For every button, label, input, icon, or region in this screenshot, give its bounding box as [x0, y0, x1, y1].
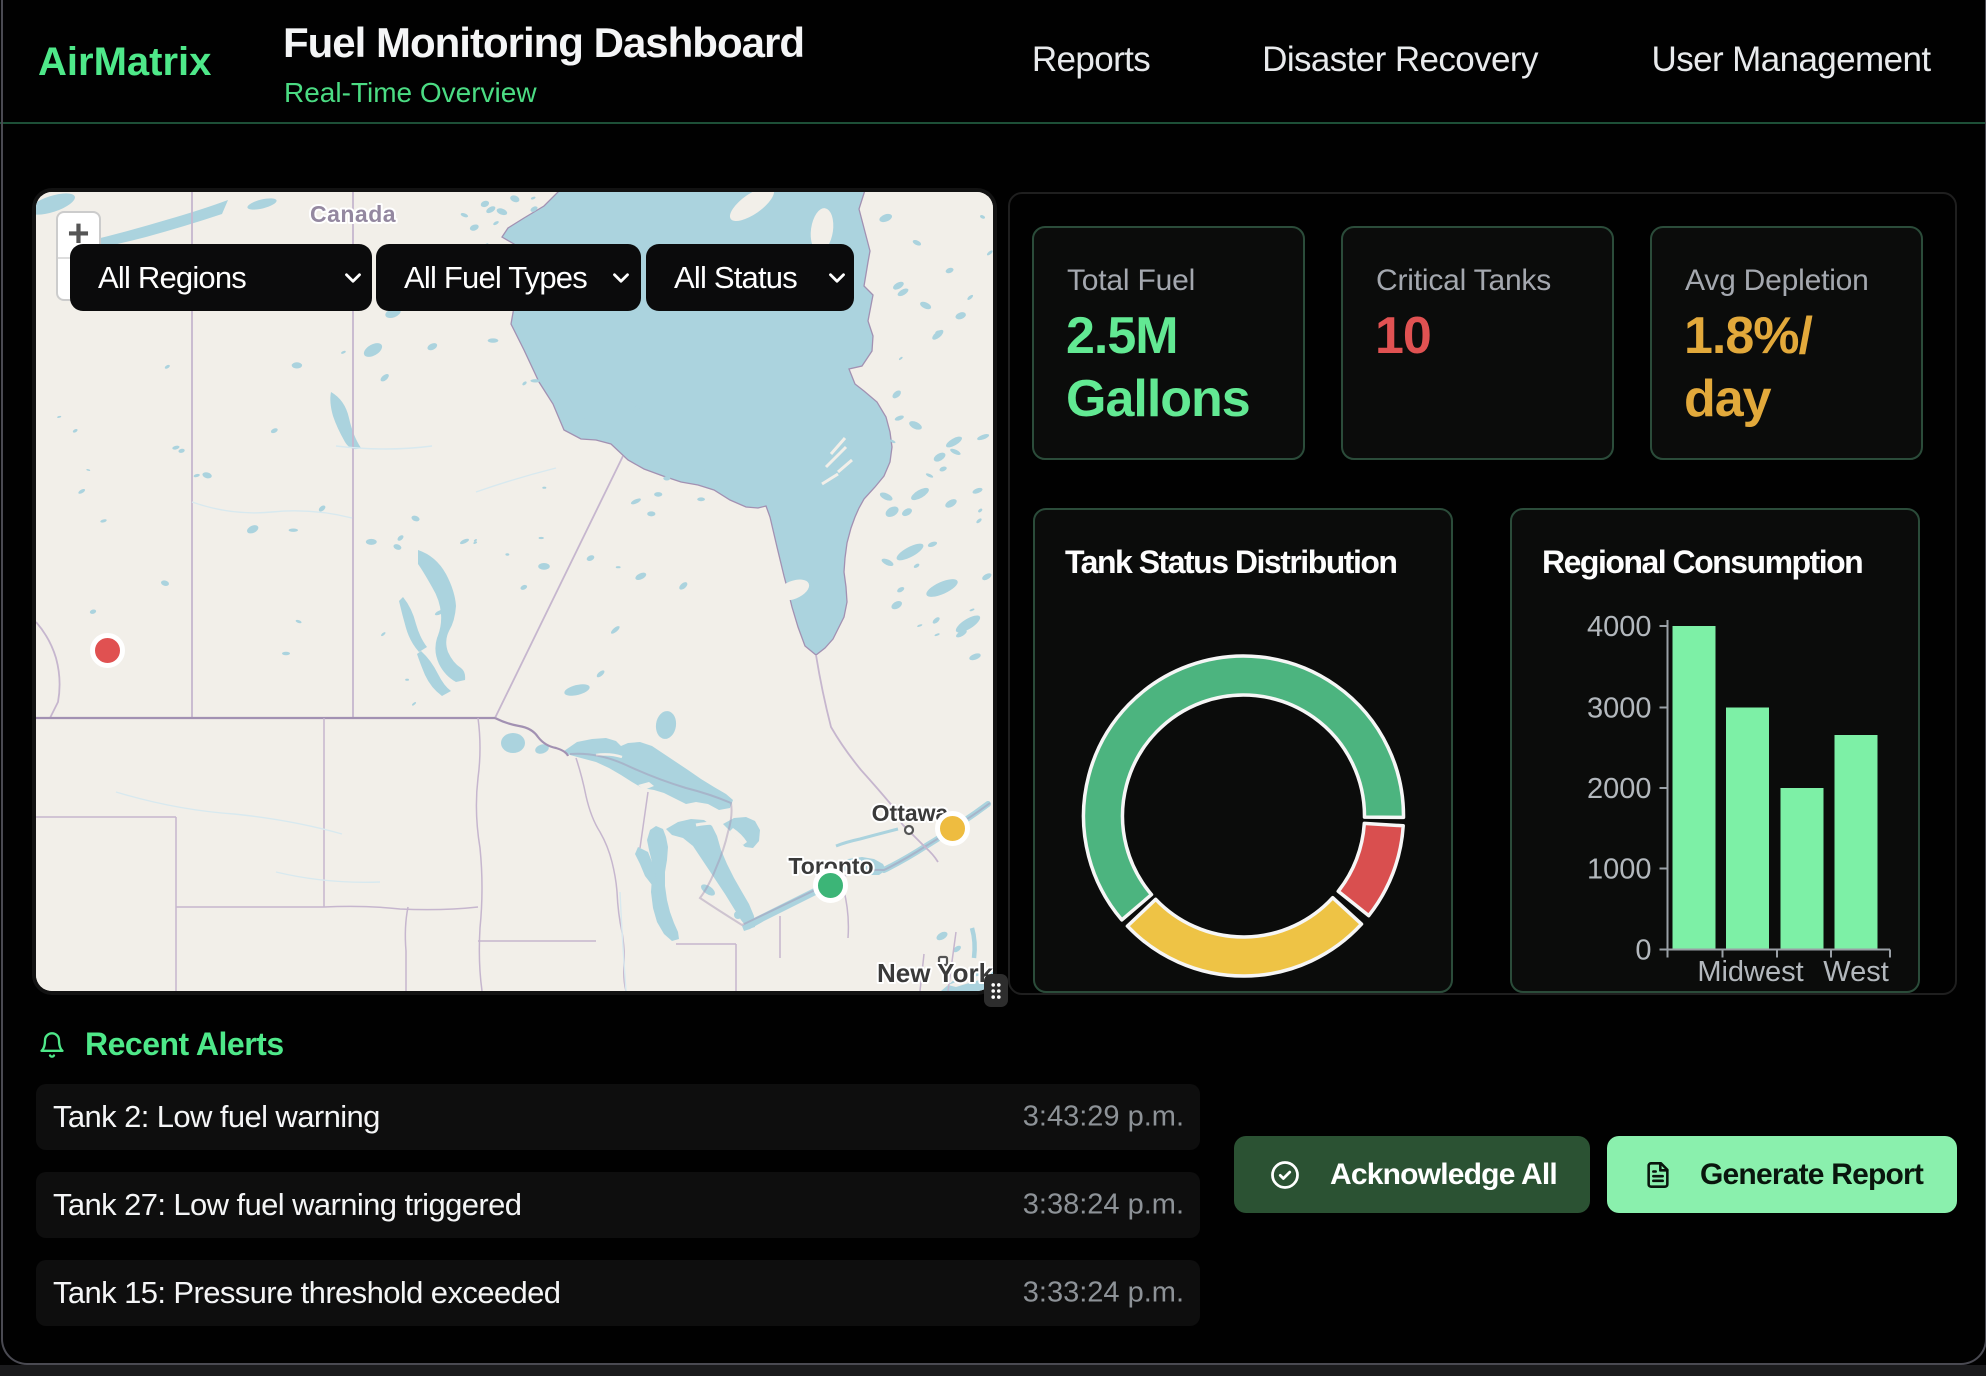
svg-text:West: West [1823, 956, 1889, 988]
svg-text:1000: 1000 [1587, 854, 1652, 886]
svg-text:0: 0 [1635, 935, 1651, 967]
svg-text:4000: 4000 [1587, 611, 1652, 643]
svg-text:3000: 3000 [1587, 693, 1652, 725]
svg-text:Canada: Canada [310, 201, 396, 227]
svg-text:2000: 2000 [1587, 773, 1652, 805]
svg-text:New York: New York [877, 958, 993, 988]
svg-text:Midwest: Midwest [1697, 956, 1803, 988]
